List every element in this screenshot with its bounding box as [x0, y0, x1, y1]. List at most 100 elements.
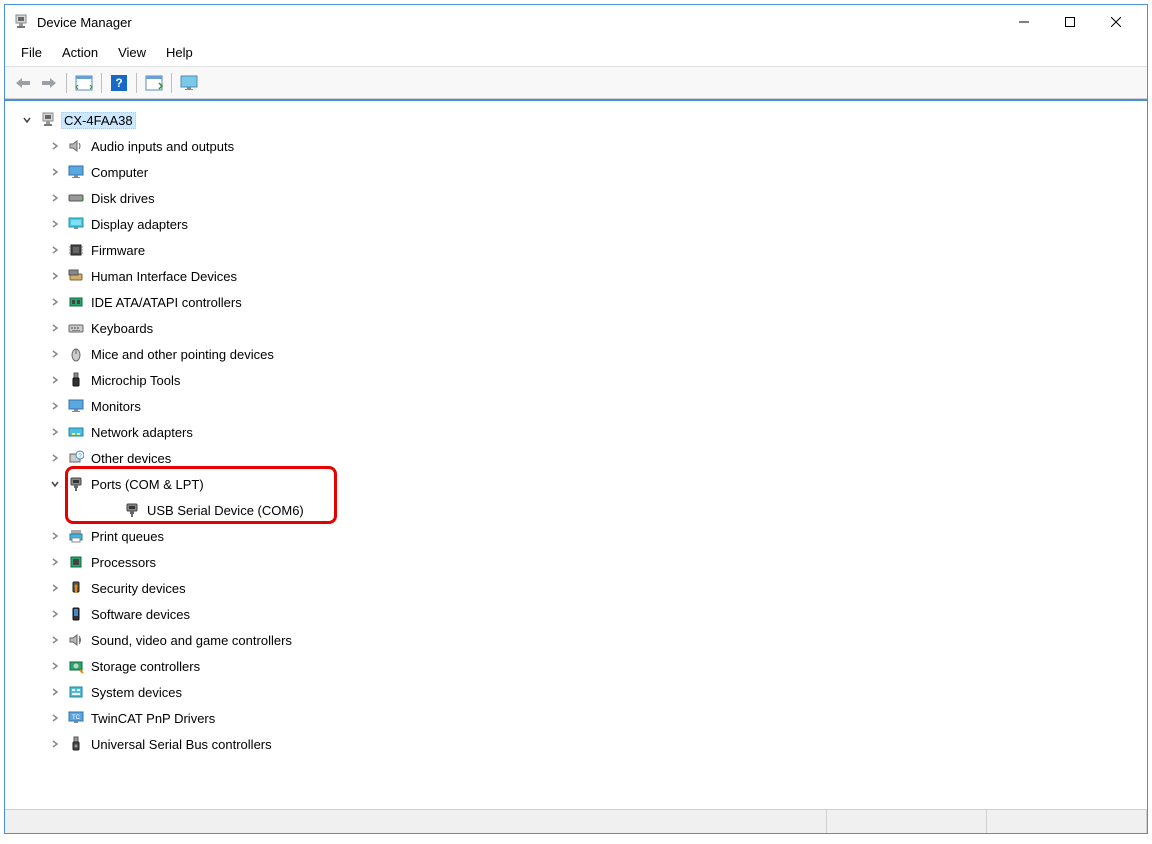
- tree-category-microchip-tools[interactable]: Microchip Tools: [11, 367, 1147, 393]
- cpu-icon: [67, 553, 85, 571]
- tree-category-monitors[interactable]: Monitors: [11, 393, 1147, 419]
- menubar: File Action View Help: [5, 39, 1147, 67]
- expand-toggle[interactable]: [47, 216, 63, 232]
- expand-toggle[interactable]: [47, 528, 63, 544]
- tree-category-ide-ata-atapi-controllers[interactable]: IDE ATA/ATAPI controllers: [11, 289, 1147, 315]
- minimize-button[interactable]: [1001, 7, 1047, 37]
- toolbar-separator: [171, 73, 172, 93]
- tree-category-sound-video-and-game-controllers[interactable]: Sound, video and game controllers: [11, 627, 1147, 653]
- mouse-icon: [67, 345, 85, 363]
- maximize-button[interactable]: [1047, 7, 1093, 37]
- back-button[interactable]: [11, 71, 35, 95]
- node-label: System devices: [89, 685, 184, 700]
- scan-hardware-button[interactable]: [142, 71, 166, 95]
- expand-toggle[interactable]: [47, 632, 63, 648]
- twincat-icon: TC: [67, 709, 85, 727]
- tree-category-mice-and-other-pointing-devices[interactable]: Mice and other pointing devices: [11, 341, 1147, 367]
- tree-category-twincat-pnp-drivers[interactable]: TC TwinCAT PnP Drivers: [11, 705, 1147, 731]
- expand-toggle[interactable]: [47, 736, 63, 752]
- port-icon: [123, 501, 141, 519]
- tree-category-universal-serial-bus-controllers[interactable]: Universal Serial Bus controllers: [11, 731, 1147, 757]
- tree-device-usb-serial-device-com6[interactable]: USB Serial Device (COM6): [11, 497, 1147, 523]
- expand-toggle[interactable]: [19, 112, 35, 128]
- other-icon: ?: [67, 449, 85, 467]
- tree-category-storage-controllers[interactable]: Storage controllers: [11, 653, 1147, 679]
- menu-file[interactable]: File: [11, 41, 52, 64]
- node-label: Microchip Tools: [89, 373, 182, 388]
- expand-toggle[interactable]: [47, 476, 63, 492]
- expand-toggle[interactable]: [47, 268, 63, 284]
- menu-help[interactable]: Help: [156, 41, 203, 64]
- tree-category-computer[interactable]: Computer: [11, 159, 1147, 185]
- toolbar-separator: [66, 73, 67, 93]
- node-label: IDE ATA/ATAPI controllers: [89, 295, 244, 310]
- node-label: Computer: [89, 165, 150, 180]
- tree-root-root[interactable]: CX-4FAA38: [11, 107, 1147, 133]
- help-button[interactable]: ?: [107, 71, 131, 95]
- expand-toggle[interactable]: [47, 320, 63, 336]
- expand-toggle[interactable]: [47, 658, 63, 674]
- expand-toggle[interactable]: [47, 580, 63, 596]
- close-button[interactable]: [1093, 7, 1139, 37]
- expand-toggle[interactable]: [47, 372, 63, 388]
- display-icon: [67, 215, 85, 233]
- node-label: Software devices: [89, 607, 192, 622]
- tree-category-disk-drives[interactable]: Disk drives: [11, 185, 1147, 211]
- port-icon: [67, 475, 85, 493]
- device-manager-window: Device Manager File Action View Help ? C…: [4, 4, 1148, 834]
- sound-icon: [67, 631, 85, 649]
- node-label: TwinCAT PnP Drivers: [89, 711, 217, 726]
- expand-toggle[interactable]: [47, 710, 63, 726]
- menu-action[interactable]: Action: [52, 41, 108, 64]
- expand-toggle[interactable]: [47, 294, 63, 310]
- expand-toggle[interactable]: [47, 138, 63, 154]
- app-icon: [13, 14, 29, 30]
- node-label: Security devices: [89, 581, 188, 596]
- tree-category-network-adapters[interactable]: Network adapters: [11, 419, 1147, 445]
- tree-category-processors[interactable]: Processors: [11, 549, 1147, 575]
- expand-toggle[interactable]: [47, 398, 63, 414]
- tree-category-system-devices[interactable]: System devices: [11, 679, 1147, 705]
- expand-toggle[interactable]: [47, 424, 63, 440]
- monitor-button[interactable]: [177, 71, 201, 95]
- expand-toggle[interactable]: [47, 606, 63, 622]
- tree-category-audio-inputs-and-outputs[interactable]: Audio inputs and outputs: [11, 133, 1147, 159]
- tree-category-firmware[interactable]: Firmware: [11, 237, 1147, 263]
- tree-category-software-devices[interactable]: Software devices: [11, 601, 1147, 627]
- tree-pane[interactable]: CX-4FAA38Audio inputs and outputs Compute…: [5, 99, 1147, 809]
- expand-toggle[interactable]: [47, 164, 63, 180]
- monitor-icon: [67, 163, 85, 181]
- menu-view[interactable]: View: [108, 41, 156, 64]
- tree-category-human-interface-devices[interactable]: Human Interface Devices: [11, 263, 1147, 289]
- tree-category-other-devices[interactable]: ?Other devices: [11, 445, 1147, 471]
- expand-toggle[interactable]: [103, 502, 119, 518]
- tree-category-ports-com-lpt[interactable]: Ports (COM & LPT): [11, 471, 1147, 497]
- expand-toggle[interactable]: [47, 450, 63, 466]
- expand-toggle[interactable]: [47, 346, 63, 362]
- tree-category-keyboards[interactable]: Keyboards: [11, 315, 1147, 341]
- node-label: Mice and other pointing devices: [89, 347, 276, 362]
- expand-toggle[interactable]: [47, 242, 63, 258]
- node-label: Universal Serial Bus controllers: [89, 737, 274, 752]
- usb-icon: [67, 735, 85, 753]
- node-label: Sound, video and game controllers: [89, 633, 294, 648]
- monitor-icon: [67, 397, 85, 415]
- node-label: Processors: [89, 555, 158, 570]
- expand-toggle[interactable]: [47, 190, 63, 206]
- usb-tool-icon: [67, 371, 85, 389]
- node-label: Disk drives: [89, 191, 157, 206]
- forward-button[interactable]: [37, 71, 61, 95]
- node-label: Network adapters: [89, 425, 195, 440]
- tree-category-security-devices[interactable]: Security devices: [11, 575, 1147, 601]
- tree-category-print-queues[interactable]: Print queues: [11, 523, 1147, 549]
- tree-category-display-adapters[interactable]: Display adapters: [11, 211, 1147, 237]
- node-label: Firmware: [89, 243, 147, 258]
- ide-icon: [67, 293, 85, 311]
- network-icon: [67, 423, 85, 441]
- toolbar-separator: [136, 73, 137, 93]
- expand-toggle[interactable]: [47, 554, 63, 570]
- node-label: Keyboards: [89, 321, 155, 336]
- expand-toggle[interactable]: [47, 684, 63, 700]
- show-hide-console-button[interactable]: [72, 71, 96, 95]
- statusbar: [5, 809, 1147, 833]
